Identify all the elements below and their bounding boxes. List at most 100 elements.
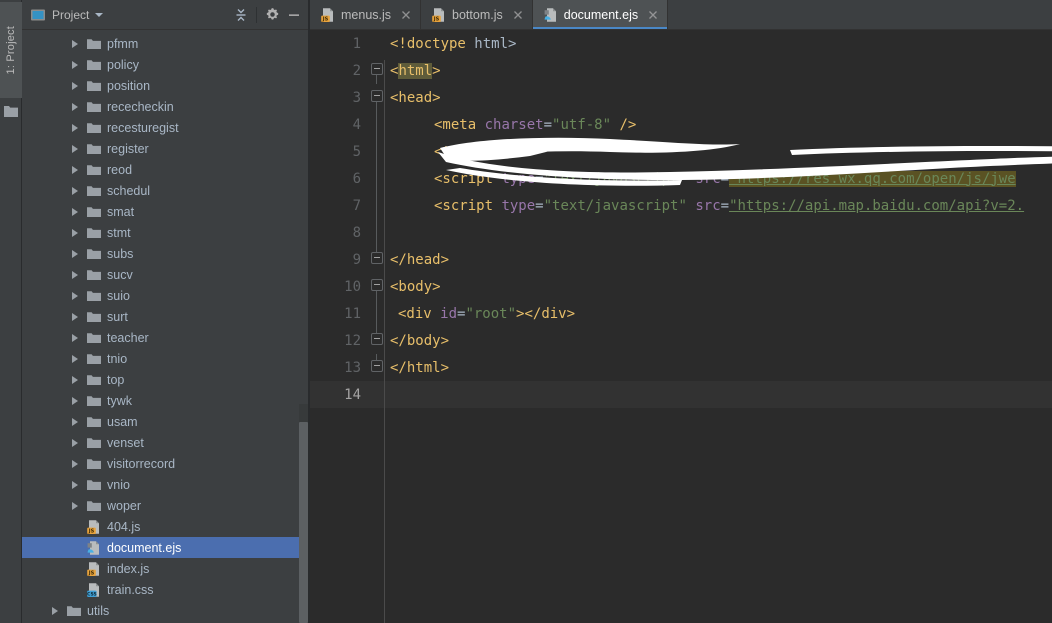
code-line[interactable]: 12 </body> <box>310 327 1052 354</box>
code-line[interactable]: 6 <script type="text/javascript" src="ht… <box>310 165 1052 192</box>
tree-item-404-js[interactable]: JS 404.js <box>22 516 309 537</box>
expand-arrow-icon[interactable] <box>70 264 80 285</box>
tree-item-smat[interactable]: smat <box>22 201 309 222</box>
collapse-all-button[interactable] <box>230 4 252 26</box>
expand-arrow-icon[interactable] <box>70 75 80 96</box>
expand-arrow-icon[interactable] <box>70 54 80 75</box>
expand-arrow-icon[interactable] <box>70 285 80 306</box>
folder-icon <box>86 183 102 199</box>
expand-arrow-icon[interactable] <box>70 222 80 243</box>
expand-arrow-icon[interactable] <box>70 390 80 411</box>
tree-item-schedul[interactable]: schedul <box>22 180 309 201</box>
project-tree-scrollbar[interactable] <box>299 404 308 623</box>
code-line[interactable]: 1 <!doctype html> <box>310 30 1052 57</box>
code-line-current[interactable]: 14 <box>310 381 1052 408</box>
fold-zone[interactable] <box>370 273 384 300</box>
fold-minus-icon[interactable] <box>371 333 383 345</box>
expand-arrow-icon[interactable] <box>70 138 80 159</box>
tree-item-tywk[interactable]: tywk <box>22 390 309 411</box>
expand-arrow-icon[interactable] <box>70 369 80 390</box>
fold-minus-icon[interactable] <box>371 63 383 75</box>
code-line[interactable]: 3 <head> <box>310 84 1052 111</box>
tree-item-woper[interactable]: woper <box>22 495 309 516</box>
fold-zone[interactable] <box>370 84 384 111</box>
code-line[interactable]: 2 <html> <box>310 57 1052 84</box>
tree-item-vnio[interactable]: vnio <box>22 474 309 495</box>
fold-minus-icon[interactable] <box>371 279 383 291</box>
code-line[interactable]: 4 <meta charset="utf-8" /> <box>310 111 1052 138</box>
tree-item-top[interactable]: top <box>22 369 309 390</box>
tree-item-stmt[interactable]: stmt <box>22 222 309 243</box>
tree-item-policy[interactable]: policy <box>22 54 309 75</box>
line-number: 11 <box>344 305 361 322</box>
expand-arrow-icon[interactable] <box>70 327 80 348</box>
tree-item-visitorrecord[interactable]: visitorrecord <box>22 453 309 474</box>
tree-item-index-js[interactable]: JS index.js <box>22 558 309 579</box>
token-src-url-baidu[interactable]: "https://api.map.baidu.com/api?v=2. <box>729 198 1024 214</box>
chevron-down-icon[interactable] <box>95 12 104 17</box>
code-editor[interactable]: 1 <!doctype html> 2 <html> 3 <head> 4 <m… <box>310 30 1052 623</box>
tree-item-reod[interactable]: reod <box>22 159 309 180</box>
fold-zone[interactable] <box>370 354 384 381</box>
expand-arrow-icon[interactable] <box>70 117 80 138</box>
tree-item-teacher[interactable]: teacher <box>22 327 309 348</box>
tree-item-subs[interactable]: subs <box>22 243 309 264</box>
panel-divider[interactable] <box>308 0 309 623</box>
project-file-tree[interactable]: pfmm policy position rececheckin recesturegi… <box>22 30 309 623</box>
tool-window-tab-project[interactable]: 1: Project <box>0 2 22 98</box>
expand-arrow-icon[interactable] <box>70 453 80 474</box>
expand-arrow-icon[interactable] <box>70 411 80 432</box>
expand-arrow-icon[interactable] <box>50 600 60 621</box>
tree-item-tnio[interactable]: tnio <box>22 348 309 369</box>
fold-minus-icon[interactable] <box>371 252 383 264</box>
fold-minus-icon[interactable] <box>371 90 383 102</box>
tree-item-document-ejs[interactable]: document.ejs <box>22 537 309 558</box>
fold-zone[interactable] <box>370 327 384 354</box>
close-icon[interactable] <box>512 9 524 21</box>
editor-tab-bottom-js[interactable]: JS bottom.js <box>421 0 533 29</box>
token-src-url-wx[interactable]: "https://res.wx.qq.com/open/js/jwe <box>729 170 1016 187</box>
tree-item-rececheckin[interactable]: rececheckin <box>22 96 309 117</box>
expand-arrow-icon[interactable] <box>70 201 80 222</box>
tree-item-venset[interactable]: venset <box>22 432 309 453</box>
expand-arrow-icon[interactable] <box>70 159 80 180</box>
code-line[interactable]: 7 <script type="text/javascript" src="ht… <box>310 192 1052 219</box>
expand-arrow-icon[interactable] <box>70 474 80 495</box>
expand-arrow-icon[interactable] <box>70 348 80 369</box>
close-icon[interactable] <box>647 9 659 21</box>
expand-arrow-icon[interactable] <box>70 432 80 453</box>
fold-zone[interactable] <box>370 57 384 84</box>
tree-item-usam[interactable]: usam <box>22 411 309 432</box>
code-line[interactable]: 10 <body> <box>310 273 1052 300</box>
editor-tab-document-ejs[interactable]: document.ejs <box>532 0 669 29</box>
tree-item-train-css[interactable]: CSS train.css <box>22 579 309 600</box>
close-icon[interactable] <box>400 9 412 21</box>
code-line[interactable]: 8 <box>310 219 1052 246</box>
tree-item-position[interactable]: position <box>22 75 309 96</box>
code-line[interactable]: 11 <div id="root"></div> <box>310 300 1052 327</box>
fold-minus-icon[interactable] <box>371 360 383 372</box>
folder-icon <box>86 267 102 283</box>
tree-item-sucv[interactable]: sucv <box>22 264 309 285</box>
tree-item-utils[interactable]: utils <box>22 600 309 621</box>
scrollbar-thumb[interactable] <box>299 422 308 623</box>
tree-item-register[interactable]: register <box>22 138 309 159</box>
code-line[interactable]: 13 </html> <box>310 354 1052 381</box>
code-line[interactable]: 9 </head> <box>310 246 1052 273</box>
tree-item-pfmm[interactable]: pfmm <box>22 33 309 54</box>
expand-arrow-icon[interactable] <box>70 33 80 54</box>
js-icon: JS <box>86 519 102 535</box>
expand-arrow-icon[interactable] <box>70 495 80 516</box>
fold-zone[interactable] <box>370 246 384 273</box>
tree-item-suio[interactable]: suio <box>22 285 309 306</box>
expand-arrow-icon[interactable] <box>70 180 80 201</box>
tree-item-surt[interactable]: surt <box>22 306 309 327</box>
editor-tab-menus-js[interactable]: JS menus.js <box>310 0 422 29</box>
hide-panel-button[interactable] <box>283 4 305 26</box>
expand-arrow-icon[interactable] <box>70 243 80 264</box>
expand-arrow-icon[interactable] <box>70 96 80 117</box>
tree-item-recesturegist[interactable]: recesturegist <box>22 117 309 138</box>
code-line[interactable]: 5 <title> <box>310 138 1052 165</box>
expand-arrow-icon[interactable] <box>70 306 80 327</box>
settings-button[interactable] <box>261 4 283 26</box>
